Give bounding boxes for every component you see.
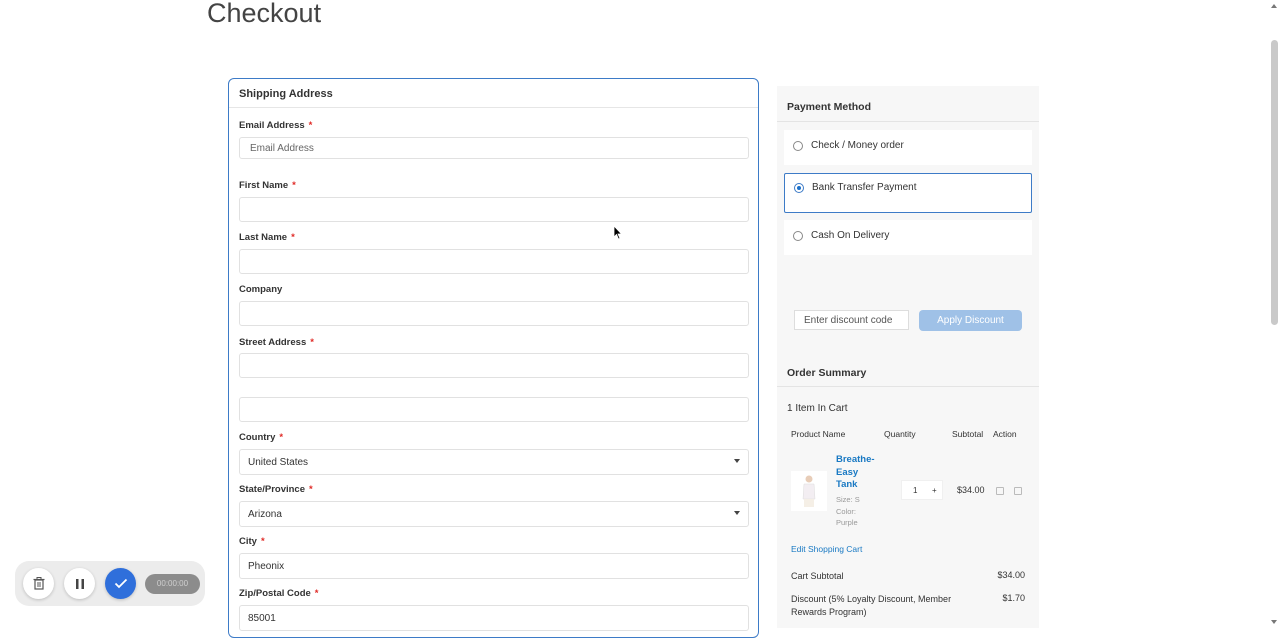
first-name-label: First Name * bbox=[239, 180, 296, 191]
zip-field[interactable]: 85001 bbox=[239, 605, 749, 631]
item-subtotal: $34.00 bbox=[957, 485, 985, 495]
confirm-button[interactable] bbox=[105, 568, 136, 599]
product-options: Size: S Color: Purple bbox=[836, 495, 860, 527]
state-select[interactable]: Arizona bbox=[239, 501, 749, 527]
state-value: Arizona bbox=[248, 509, 282, 520]
email-label: Email Address * bbox=[239, 120, 313, 131]
payment-summary-panel: Payment Method Check / Money order Bank … bbox=[777, 86, 1039, 628]
page-title: Checkout bbox=[207, 0, 322, 28]
radio-button-selected[interactable] bbox=[794, 183, 804, 193]
city-field[interactable]: Pheonix bbox=[239, 553, 749, 579]
scrollbar-thumb[interactable] bbox=[1271, 40, 1278, 325]
trash-icon[interactable] bbox=[1014, 487, 1022, 495]
chevron-down-icon bbox=[734, 511, 740, 515]
company-label: Company bbox=[239, 284, 283, 295]
scroll-up-arrow-icon[interactable] bbox=[1271, 4, 1277, 8]
cart-subtotal-value: $34.00 bbox=[997, 570, 1025, 580]
payment-option-bank-transfer[interactable]: Bank Transfer Payment bbox=[784, 173, 1032, 213]
apply-discount-button[interactable]: Apply Discount bbox=[919, 310, 1022, 331]
pause-button[interactable] bbox=[64, 568, 95, 599]
divider bbox=[777, 386, 1039, 387]
cart-subtotal-label: Cart Subtotal bbox=[791, 571, 844, 581]
cart-item-count: 1 Item In Cart bbox=[787, 403, 848, 414]
recorder-toolbar: 00:00:00 bbox=[15, 561, 205, 606]
payment-method-heading: Payment Method bbox=[787, 101, 872, 113]
country-label: Country * bbox=[239, 432, 284, 443]
edit-shopping-cart-link[interactable]: Edit Shopping Cart bbox=[791, 544, 862, 554]
quantity-value: 1 bbox=[913, 486, 918, 495]
discount-label: Discount (5% Loyalty Discount, Member Re… bbox=[791, 594, 952, 617]
quantity-stepper[interactable]: 1 + bbox=[901, 480, 943, 500]
mouse-cursor-icon bbox=[613, 224, 623, 245]
column-header-product: Product Name bbox=[791, 429, 846, 439]
zip-label: Zip/Postal Code * bbox=[239, 588, 319, 599]
payment-option-label: Bank Transfer Payment bbox=[812, 182, 917, 193]
check-icon bbox=[114, 578, 127, 589]
country-select[interactable]: United States bbox=[239, 449, 749, 475]
scroll-down-arrow-icon[interactable] bbox=[1271, 620, 1277, 624]
street-label: Street Address * bbox=[239, 337, 314, 348]
email-field[interactable]: Email Address bbox=[239, 137, 749, 159]
trash-icon bbox=[33, 577, 44, 590]
discount-value: $1.70 bbox=[1002, 593, 1025, 603]
payment-option-cash[interactable]: Cash On Delivery bbox=[784, 220, 1032, 255]
divider bbox=[777, 121, 1039, 122]
column-header-quantity: Quantity bbox=[884, 429, 916, 439]
product-thumbnail[interactable] bbox=[791, 471, 827, 511]
shipping-address-panel: Shipping Address Email Address * Email Ad… bbox=[228, 78, 759, 638]
street-line2-field[interactable] bbox=[239, 397, 749, 422]
plus-icon[interactable]: + bbox=[932, 486, 937, 495]
radio-button[interactable] bbox=[793, 141, 803, 151]
street-line1-field[interactable] bbox=[239, 353, 749, 378]
column-header-subtotal: Subtotal bbox=[952, 429, 984, 439]
payment-option-label: Cash On Delivery bbox=[811, 230, 890, 241]
recording-timer: 00:00:00 bbox=[145, 574, 200, 594]
chevron-down-icon bbox=[734, 459, 740, 463]
order-summary-heading: Order Summary bbox=[787, 367, 867, 379]
discount-code-input[interactable]: Enter discount code bbox=[794, 310, 909, 330]
first-name-field[interactable] bbox=[239, 197, 749, 222]
trash-button[interactable] bbox=[23, 568, 54, 599]
payment-option-label: Check / Money order bbox=[811, 140, 904, 151]
column-header-action: Action bbox=[993, 429, 1017, 439]
shipping-address-heading: Shipping Address bbox=[229, 79, 758, 108]
edit-icon[interactable] bbox=[996, 487, 1004, 495]
radio-button[interactable] bbox=[793, 231, 803, 241]
payment-option-check[interactable]: Check / Money order bbox=[784, 130, 1032, 165]
city-label: City * bbox=[239, 536, 265, 547]
country-value: United States bbox=[248, 457, 309, 468]
pause-icon bbox=[75, 578, 84, 589]
product-name-link[interactable]: Breathe- Easy Tank bbox=[836, 454, 881, 492]
state-label: State/Province * bbox=[239, 484, 313, 495]
last-name-label: Last Name * bbox=[239, 232, 295, 243]
company-field[interactable] bbox=[239, 301, 749, 326]
last-name-field[interactable] bbox=[239, 249, 749, 274]
